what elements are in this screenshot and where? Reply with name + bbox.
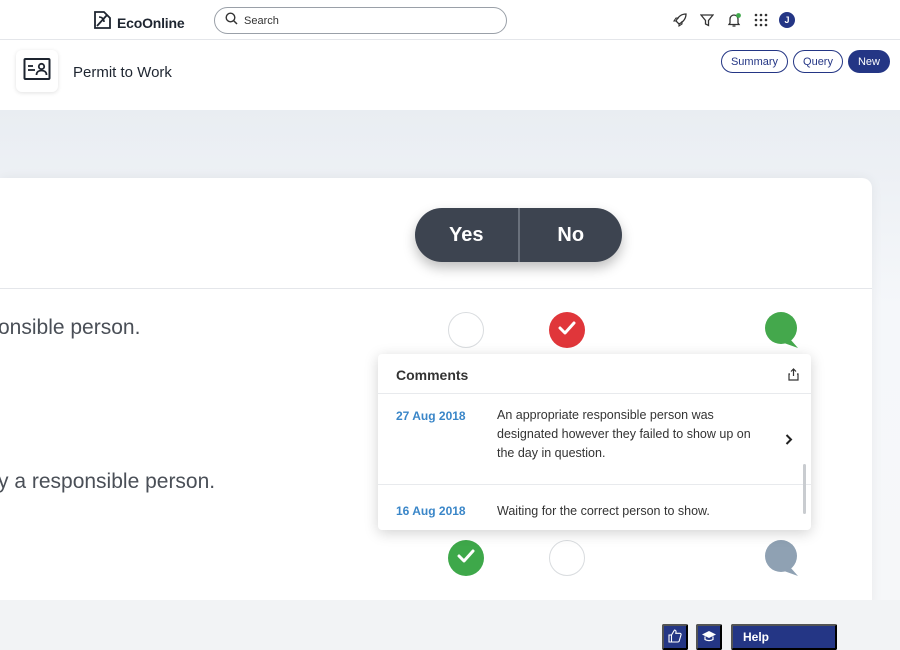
check-icon — [457, 549, 475, 568]
help-button[interactable]: Help — [731, 624, 837, 650]
top-bar: EcoOnline J — [0, 0, 900, 40]
graduation-cap-icon — [701, 630, 717, 645]
question-text-2: y a responsible person. — [0, 470, 216, 493]
rocket-icon[interactable] — [671, 11, 689, 29]
brand-logo[interactable]: EcoOnline — [91, 9, 185, 36]
top-icon-group: J — [671, 11, 795, 29]
filter-icon[interactable] — [698, 11, 716, 29]
thumbs-up-icon — [668, 628, 682, 646]
toggle-yes: Yes — [449, 223, 484, 246]
page-title: Permit to Work — [73, 64, 172, 81]
answer-no-empty — [549, 540, 585, 576]
brand-name: EcoOnline — [117, 14, 185, 31]
comments-popover: Comments 27 Aug 2018 An appropriate resp… — [378, 354, 811, 530]
feedback-button[interactable] — [662, 624, 688, 650]
export-icon — [788, 368, 799, 386]
training-button[interactable] — [696, 624, 722, 650]
card-divider — [0, 288, 872, 289]
comments-scrollbar — [803, 464, 806, 514]
comment-text: An appropriate responsible person was de… — [497, 408, 751, 460]
comments-header: Comments — [378, 354, 811, 394]
question-text-1: onsible person. — [0, 316, 141, 339]
comment-item: 27 Aug 2018 An appropriate responsible p… — [378, 394, 811, 484]
search-input[interactable] — [244, 14, 484, 27]
user-avatar[interactable]: J — [779, 12, 795, 28]
summary-button[interactable]: Summary — [720, 50, 789, 73]
answer-yes-selected — [448, 540, 484, 576]
answer-no-selected — [549, 312, 585, 348]
query-button[interactable]: Query — [793, 50, 843, 73]
module-tile — [16, 50, 58, 92]
yes-no-toggle: Yes No — [415, 208, 622, 262]
new-button[interactable]: New — [847, 50, 890, 73]
page-header: Permit to Work Summary Query New — [0, 40, 900, 110]
comment-date: 27 Aug 2018 — [396, 409, 466, 423]
comments-title: Comments — [396, 367, 469, 383]
ecoonline-logo-icon — [91, 9, 113, 36]
comment-bubble-icon — [762, 538, 802, 583]
search-icon — [225, 11, 238, 30]
header-actions: Summary Query New — [720, 50, 890, 73]
chevron-right-icon — [785, 432, 793, 450]
comment-bubble-icon — [762, 310, 802, 355]
comment-item: 16 Aug 2018 Waiting for the correct pers… — [378, 485, 811, 530]
comment-text: Waiting for the correct person to show. — [497, 504, 710, 518]
id-card-icon — [23, 57, 51, 86]
comment-date: 16 Aug 2018 — [396, 504, 466, 518]
toggle-no: No — [557, 223, 585, 246]
search-box[interactable] — [214, 7, 507, 34]
answer-yes-empty — [448, 312, 484, 348]
bell-icon[interactable] — [725, 11, 743, 29]
check-icon — [558, 321, 576, 340]
apps-grid-icon[interactable] — [752, 11, 770, 29]
